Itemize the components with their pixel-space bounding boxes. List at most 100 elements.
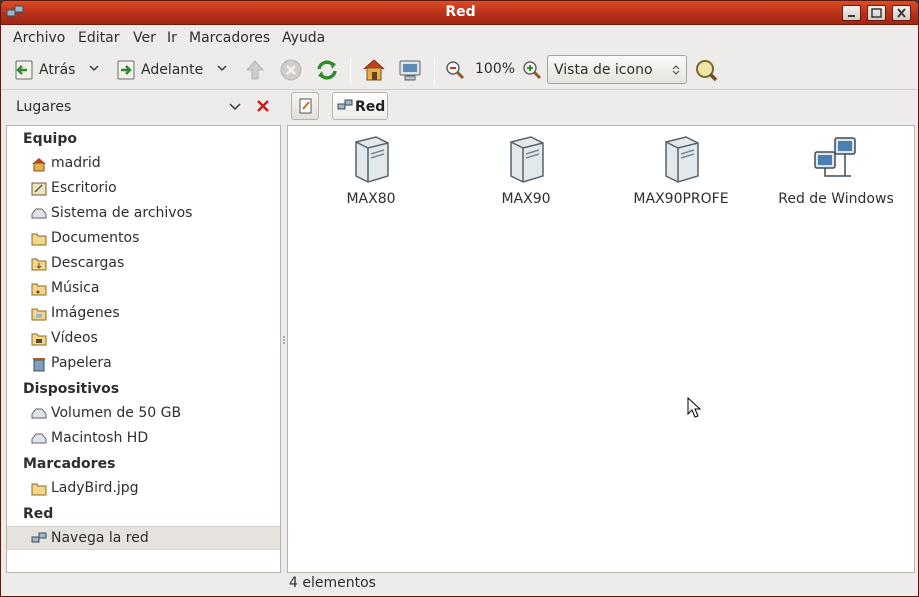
status-bar: 4 elementos (1, 573, 918, 596)
icon-view[interactable]: MAX80 MAX90 MAX90PROFE Red de Windows (287, 125, 915, 573)
sidebar-item-imagenes[interactable]: Imágenes (7, 302, 280, 326)
desktop-icon (31, 182, 47, 196)
back-label: Atrás (39, 62, 76, 78)
home-icon[interactable] (361, 57, 387, 83)
mouse-cursor-icon (687, 397, 701, 418)
sidebar-item-escritorio[interactable]: Escritorio (7, 177, 280, 201)
sidebar-item-label: madrid (51, 155, 101, 171)
menu-editar[interactable]: Editar (78, 30, 119, 46)
places-sidebar: Equipo madrid Escritorio Sistema de arch… (6, 125, 281, 573)
file-item-label: MAX90 (501, 191, 551, 207)
sidebar-item-label: LadyBird.jpg (51, 480, 139, 496)
videos-folder-icon (31, 333, 47, 346)
sidebar-item-macintosh-hd[interactable]: Macintosh HD (7, 427, 280, 451)
file-item[interactable]: MAX90PROFE (606, 134, 756, 207)
up-arrow-icon[interactable] (243, 58, 267, 82)
sidebar-item-label: Macintosh HD (51, 430, 149, 446)
close-icon (897, 8, 906, 18)
file-item[interactable]: MAX90 (451, 134, 601, 207)
computer-icon[interactable] (397, 57, 423, 83)
zoom-out-icon[interactable] (445, 60, 465, 80)
chevron-down-icon[interactable] (89, 64, 99, 72)
forward-button[interactable]: Adelante (115, 59, 203, 81)
close-pane-icon[interactable] (256, 99, 270, 113)
toolbar-separator (350, 58, 351, 84)
menu-ayuda[interactable]: Ayuda (282, 30, 325, 46)
view-mode-select[interactable]: Vista de icono (547, 55, 687, 84)
menu-bar: Archivo Editar Ver Ir Marcadores Ayuda (1, 26, 918, 52)
filesystem-drive-icon (31, 208, 47, 219)
sidebar-item-label: Volumen de 50 GB (51, 405, 182, 421)
network-icon (31, 532, 47, 543)
sidebar-item-navega-la-red[interactable]: Navega la red (7, 526, 280, 550)
location-toggle-button[interactable] (291, 92, 319, 120)
zoom-level[interactable]: 100% (475, 61, 515, 77)
forward-arrow-icon (117, 60, 135, 80)
pathbar-current-label: Red (355, 99, 386, 115)
menu-archivo[interactable]: Archivo (13, 30, 65, 46)
title-bar[interactable]: Red (1, 1, 918, 25)
sidebar-section-marcadores: Marcadores (23, 456, 116, 472)
search-icon[interactable] (693, 57, 719, 83)
file-manager-window: Red Archivo Editar Ver Ir Marcadores Ayu… (0, 0, 919, 597)
chevron-down-icon[interactable] (229, 103, 241, 111)
downloads-folder-icon (31, 258, 47, 271)
sidebar-item-documentos[interactable]: Documentos (7, 227, 280, 251)
windows-network-icon (814, 137, 856, 177)
file-item[interactable]: Red de Windows (761, 134, 911, 207)
server-icon (355, 136, 389, 183)
stop-icon[interactable] (279, 58, 303, 82)
sidebar-item-label: Imágenes (51, 305, 120, 321)
minimize-icon (848, 15, 855, 17)
chevron-down-icon[interactable] (217, 64, 227, 72)
maximize-button[interactable] (867, 5, 886, 21)
sidebar-section-equipo: Equipo (23, 131, 77, 147)
edit-location-icon (299, 98, 312, 114)
sidebar-item-label: Sistema de archivos (51, 205, 193, 221)
folder-icon (31, 483, 47, 496)
sidebar-item-label: Papelera (51, 355, 112, 371)
sidebar-item-videos[interactable]: Vídeos (7, 327, 280, 351)
drive-icon (31, 433, 47, 444)
file-item[interactable]: MAX80 (296, 134, 446, 207)
status-text: 4 elementos (289, 575, 376, 591)
back-arrow-icon (15, 60, 33, 80)
minimize-button[interactable] (842, 5, 861, 21)
sidebar-section-dispositivos: Dispositivos (23, 381, 120, 397)
sidebar-item-sistema-de-archivos[interactable]: Sistema de archivos (7, 202, 280, 226)
toolbar: Atrás Adelante 100% Vista de icono (1, 52, 918, 90)
trash-icon (33, 358, 45, 372)
sidebar-section-red: Red (23, 506, 54, 522)
sidebar-item-ladybird[interactable]: LadyBird.jpg (7, 477, 280, 501)
close-button[interactable] (892, 5, 911, 21)
maximize-icon (871, 8, 882, 18)
home-folder-icon (32, 158, 46, 172)
drive-icon (31, 408, 47, 419)
sidebar-item-descargas[interactable]: Descargas (7, 252, 280, 276)
sidebar-item-madrid[interactable]: madrid (7, 152, 280, 176)
pathbar-current-button[interactable]: Red (332, 92, 388, 120)
sidebar-item-label: Vídeos (51, 330, 98, 346)
menu-marcadores[interactable]: Marcadores (189, 30, 270, 46)
reload-icon[interactable] (314, 57, 340, 83)
menu-ir[interactable]: Ir (167, 30, 177, 46)
file-item-label: MAX90PROFE (633, 191, 729, 207)
window-title: Red (445, 4, 476, 20)
sidebar-item-label: Documentos (51, 230, 140, 246)
side-pane-title[interactable]: Lugares (16, 99, 71, 115)
sidebar-item-papelera[interactable]: Papelera (7, 352, 280, 376)
side-pane-header: Lugares (1, 91, 283, 123)
sidebar-item-label: Descargas (51, 255, 125, 271)
zoom-in-icon[interactable] (522, 60, 542, 80)
back-button[interactable]: Atrás (13, 59, 75, 81)
menu-ver[interactable]: Ver (133, 30, 156, 46)
documents-folder-icon (31, 233, 47, 246)
sidebar-item-musica[interactable]: Música (7, 277, 280, 301)
pane-resize-handle[interactable] (282, 335, 286, 345)
toolbar-separator (434, 58, 435, 84)
server-icon (665, 136, 699, 183)
server-icon (510, 136, 544, 183)
network-icon (337, 99, 353, 110)
sidebar-item-volumen-50gb[interactable]: Volumen de 50 GB (7, 402, 280, 426)
music-folder-icon (31, 283, 47, 296)
